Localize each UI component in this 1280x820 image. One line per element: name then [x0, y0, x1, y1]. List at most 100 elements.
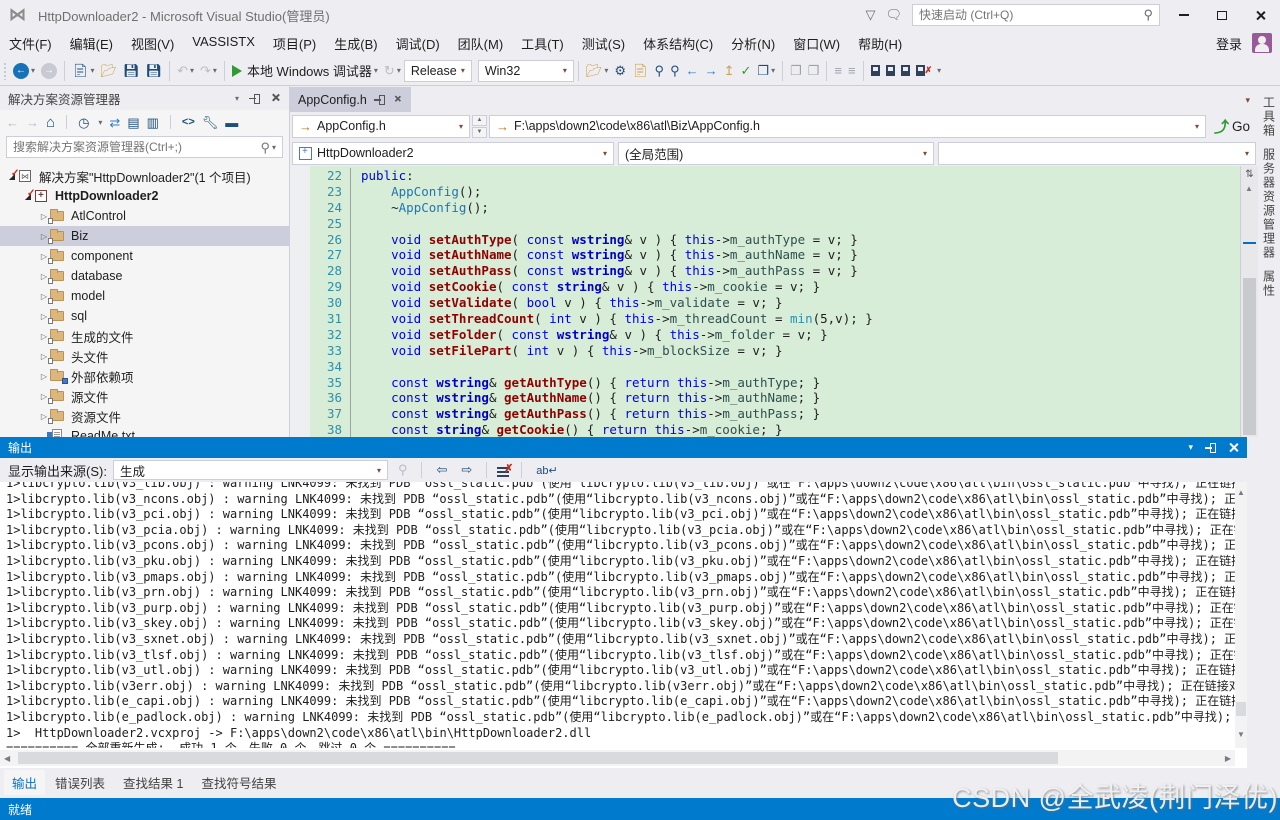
window-position-menu-icon[interactable]: ▾ [1188, 442, 1193, 453]
outdent-button[interactable]: ≡ [845, 59, 859, 83]
search-options-chevron-icon[interactable]: ▾ [272, 143, 276, 152]
output-horizontal-scrollbar[interactable]: ◀ ▶ [0, 750, 1235, 766]
find-references-button[interactable]: ⚲ [652, 59, 668, 83]
chevron-down-icon[interactable]: ▾ [603, 149, 607, 158]
properties-page-icon[interactable]: ▥ [147, 116, 159, 129]
tab-close-icon[interactable] [393, 95, 402, 104]
tree-item--httpdownloader2-1-[interactable]: ◢⋈✓解决方案"HttpDownloader2"(1 个项目) [0, 166, 289, 186]
splitter-grip-icon[interactable]: ⇅ [1243, 168, 1256, 181]
menu-item[interactable]: 窗口(W) [784, 30, 849, 57]
sign-in-link[interactable]: 登录 [1216, 34, 1242, 53]
sync-with-active-document-icon[interactable]: ⇄ [109, 116, 120, 129]
solution-search-box[interactable]: ⚲ ▾ [6, 136, 283, 158]
va-nav-forward-button[interactable]: → [702, 59, 721, 83]
tree-item-biz[interactable]: ▷Biz [0, 226, 289, 246]
autohide-tab-属性[interactable]: 属性 [1261, 270, 1278, 298]
tree-item--[interactable]: ▷源文件 [0, 386, 289, 406]
window-position-menu-icon[interactable]: ▾ [235, 94, 239, 103]
clear-all-icon[interactable]: ✗ [497, 464, 511, 477]
maximize-button[interactable] [1208, 4, 1236, 26]
toolbar-grip[interactable] [3, 62, 7, 80]
project-combo[interactable]: HttpDownloader2 ▾ [292, 142, 614, 165]
undo-button[interactable]: ↶▾ [174, 59, 197, 83]
scroll-up-icon[interactable]: ▲ [1245, 184, 1253, 193]
tab-pin-icon[interactable] [374, 94, 385, 105]
se-back-icon[interactable]: ← [6, 116, 19, 129]
save-all-button[interactable]: 💾︎ [143, 59, 166, 83]
quick-launch-input[interactable] [919, 8, 1143, 22]
clear-bookmarks-button[interactable]: ✗ [913, 59, 936, 83]
tree-item--[interactable]: ▷外部依赖项 [0, 366, 289, 386]
scrollbar-thumb[interactable] [18, 752, 1058, 764]
output-vertical-scrollbar[interactable]: ▲ ▼ [1235, 482, 1247, 748]
code-editor[interactable]: 22public:23 AppConfig();24 ~AppConfig();… [290, 166, 1240, 437]
open-corresponding-file-button[interactable]: 📄︎ [629, 59, 652, 83]
home-icon[interactable]: ⌂ [46, 115, 55, 130]
tree-item-httpdownloader2[interactable]: ◢✓HttpDownloader2 [0, 186, 289, 206]
close-button[interactable] [1246, 4, 1274, 26]
next-message-icon[interactable]: ⇨ [457, 462, 476, 478]
menu-item[interactable]: VASSISTX [183, 30, 264, 57]
attach-refresh-button[interactable]: ↻▾ [381, 59, 404, 83]
va-file-path-combo[interactable]: → F:\apps\down2\code\x86\atl\Biz\AppConf… [489, 115, 1206, 138]
autohide-tab-服务器资源管理器[interactable]: 服务器资源管理器 [1261, 148, 1278, 260]
chevron-down-icon[interactable]: ▾ [377, 466, 381, 475]
bottom-tab-查找结果-1[interactable]: 查找结果 1 [115, 770, 191, 795]
tree-item--[interactable]: ▷资源文件 [0, 406, 289, 426]
menu-item[interactable]: 编辑(E) [61, 30, 122, 57]
va-symbol-spinner[interactable]: ▲▼ [472, 115, 487, 138]
show-all-files-icon[interactable]: <> [182, 117, 195, 128]
bottom-tab-输出[interactable]: 输出 [4, 770, 45, 795]
output-panel-header[interactable]: 输出 ▾ [0, 437, 1247, 458]
autohide-tab-工具箱[interactable]: 工具箱 [1261, 96, 1278, 138]
menu-item[interactable]: 调试(D) [387, 30, 449, 57]
close-panel-icon[interactable] [270, 93, 281, 104]
tab-well-dropdown-icon[interactable]: ▾ [1245, 95, 1250, 106]
collapse-all-icon[interactable]: ▤ [127, 116, 139, 129]
open-file-button[interactable]: 📂︎ [98, 59, 121, 83]
uncomment-button[interactable]: ❐ [805, 59, 823, 83]
se-forward-icon[interactable]: → [26, 116, 39, 129]
minimize-button[interactable] [1170, 4, 1198, 26]
chevron-down-icon[interactable]: ▾ [1195, 122, 1199, 131]
find-message-icon[interactable]: ⚲ [394, 462, 412, 478]
title-bar[interactable]: ⋈ HttpDownloader2 - Microsoft Visual Stu… [0, 0, 1280, 30]
tree-item-model[interactable]: ▷model [0, 286, 289, 306]
bottom-tab-错误列表[interactable]: 错误列表 [47, 770, 113, 795]
scroll-down-icon[interactable]: ▼ [1237, 730, 1245, 739]
close-panel-icon[interactable] [1228, 442, 1239, 453]
preview-selected-icon[interactable]: ▬ [225, 116, 238, 129]
scroll-left-icon[interactable]: ◀ [4, 754, 10, 763]
scroll-right-icon[interactable]: ▶ [1225, 754, 1231, 763]
quick-launch-box[interactable]: ⚲ [912, 4, 1160, 26]
search-icon[interactable]: ⚲ [1143, 7, 1153, 23]
va-nav-back-button[interactable]: ← [683, 59, 702, 83]
menu-item[interactable]: 文件(F) [0, 30, 61, 57]
feedback-bubble-icon[interactable]: 🗨︎ [885, 7, 902, 23]
document-tab-appconfig[interactable]: AppConfig.h [290, 87, 411, 112]
pin-icon[interactable] [1205, 442, 1216, 453]
navigate-back-button[interactable]: ←▾ [10, 59, 38, 83]
platform-combo[interactable]: Win32▾ [478, 60, 574, 82]
menu-item[interactable]: 工具(T) [512, 30, 573, 57]
spell-check-button[interactable]: ✓ [738, 59, 755, 83]
insert-snippet-button[interactable]: ↥ [721, 59, 738, 83]
pending-changes-filter-icon[interactable]: ◷ [78, 116, 89, 129]
navigate-forward-button[interactable]: → [38, 59, 60, 83]
scrollbar-thumb[interactable] [1236, 702, 1246, 716]
scope-combo[interactable]: (全局范围) ▾ [618, 142, 934, 165]
menu-item[interactable]: 体系结构(C) [634, 30, 722, 57]
menu-item[interactable]: 分析(N) [722, 30, 784, 57]
menu-item[interactable]: 测试(S) [573, 30, 634, 57]
find-in-files-button[interactable]: 📂︎▾ [583, 59, 612, 83]
scroll-up-icon[interactable]: ▲ [1237, 488, 1245, 497]
previous-bookmark-button[interactable] [883, 59, 898, 83]
chevron-down-icon[interactable]: ▾ [459, 122, 463, 131]
start-debug-button[interactable]: 本地 Windows 调试器 ▾ [229, 59, 381, 83]
menu-item[interactable]: 帮助(H) [849, 30, 911, 57]
editor-vertical-scrollbar[interactable]: ⇅ ▲ [1240, 166, 1258, 437]
find-symbol-button[interactable]: ⚲ [667, 59, 683, 83]
va-go-button[interactable]: ⤴ Go [1208, 116, 1256, 137]
member-combo[interactable]: ▾ [938, 142, 1256, 165]
va-symbol-combo[interactable]: → AppConfig.h ▾ [292, 115, 470, 138]
